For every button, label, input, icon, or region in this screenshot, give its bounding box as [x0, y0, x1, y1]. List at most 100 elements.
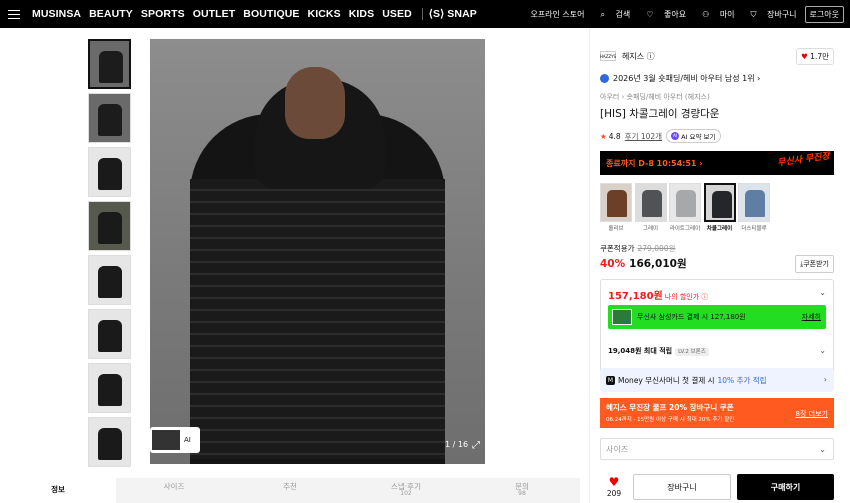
my-price-value: 157,180원 [608, 291, 663, 302]
my-link[interactable]: ⚇ 마이 [694, 9, 734, 20]
tab-count: 98 [518, 490, 526, 498]
level-badge: LV.2 브론즈 [675, 348, 709, 356]
card-image [612, 309, 632, 325]
tab-size[interactable]: 사이즈 [116, 478, 232, 503]
nav-item-used[interactable]: USED [382, 8, 412, 20]
original-price: 279,000원 [637, 244, 676, 253]
timer-text: 종료까지 D-8 10:54:51 › [606, 158, 703, 168]
swatch-jacket [676, 190, 696, 217]
promo-logo: 무신사 무진장 [776, 151, 831, 169]
color-swatch [669, 183, 701, 222]
rating-row: ★ 4.8 후기 102개 AI AI 요약 보기 [600, 129, 721, 143]
breadcrumb[interactable]: 아우터 › 숏패딩/헤비 아우터 (헤지스) [600, 92, 710, 102]
color-label: 더스티블루 [741, 226, 767, 232]
nav-item-outlet[interactable]: OUTLET [193, 8, 236, 20]
points-text: 19,048원 최대 적립 [608, 347, 673, 355]
ai-chip-label: AI [184, 436, 191, 444]
jacket-quilting [190, 179, 445, 459]
offline-store-link[interactable]: 오프라인 스토어 [530, 9, 584, 20]
chevron-down-icon[interactable]: ⌄ [819, 346, 826, 355]
ai-summary-button[interactable]: AI AI 요약 보기 [666, 129, 721, 143]
thumbnail[interactable] [88, 39, 131, 89]
more-coupons-link[interactable]: 8장 더보기 [796, 409, 828, 419]
nav-item-beauty[interactable]: BEAUTY [89, 8, 133, 20]
buy-now-button[interactable]: 구매하기 [737, 474, 834, 500]
color-label: 그레이 [642, 226, 659, 232]
my-price[interactable]: 157,180원 나의 할인가 ⓘ [608, 287, 708, 302]
color-option-dustyblue[interactable]: 더스티블루 [738, 183, 770, 232]
ranking-link[interactable]: 2026년 3월 숏패딩/헤비 아우터 남성 1위 › [600, 73, 760, 84]
main-nav: MUSINSA BEAUTY SPORTS OUTLET BOUTIQUE KI… [32, 8, 485, 20]
tab-inquiry[interactable]: 문의 98 [464, 478, 580, 503]
thumbnail[interactable] [88, 309, 131, 359]
ai-summary-label: AI 요약 보기 [681, 133, 716, 141]
bottom-like-button[interactable]: ♥ 209 [600, 475, 628, 498]
nav-item-kids[interactable]: KIDS [349, 8, 375, 20]
review-link[interactable]: 후기 102개 [625, 131, 662, 142]
price-value: 166,010원 [629, 258, 687, 270]
color-swatch [634, 183, 667, 222]
thumbnail[interactable] [88, 417, 131, 467]
money-highlight: 10% 추가 적립 [717, 375, 767, 385]
brand-name[interactable]: 헤지스 ⓘ [622, 51, 655, 62]
tab-info[interactable]: 정보 [0, 478, 116, 503]
thumbnail[interactable] [88, 255, 131, 305]
thumbnail[interactable] [88, 201, 131, 251]
tab-label: 추천 [283, 482, 297, 491]
chevron-down-icon[interactable]: ⌄ [819, 288, 826, 297]
cart-coupon-banner[interactable]: 헤지스 무진장 쿨프 20% 장바구니 쿠폰 06.24까지 · 15만원 이상… [600, 398, 834, 428]
menu-icon[interactable] [8, 7, 20, 22]
color-label: 올리브 [608, 226, 624, 232]
expand-icon[interactable]: ⤢ [472, 440, 480, 451]
color-option-gray[interactable]: 그레이 [634, 183, 667, 232]
nav-item-sports[interactable]: SPORTS [141, 8, 185, 20]
color-option-charcoal[interactable]: 차콜그레이 [703, 183, 736, 232]
image-counter: 1 / 16 [445, 440, 469, 449]
nav-item-kicks[interactable]: KICKS [308, 8, 341, 20]
card-benefit-row[interactable]: 무신사 삼성카드 결제 시 127,180원 자세히 [608, 305, 826, 329]
size-select[interactable]: 사이즈 ⌄ [600, 438, 834, 460]
swatch-jacket [745, 190, 765, 217]
promo-timer-banner[interactable]: 종료까지 D-8 10:54:51 › 무신사 무진장 [600, 151, 834, 175]
ai-style-chip[interactable]: AI [150, 427, 200, 453]
tab-snap-review[interactable]: 스냅·후기 102 [348, 478, 464, 503]
nav-item-snap[interactable]: ⟨S⟩ SNAP [421, 8, 477, 20]
sale-price: 40% 166,010원 [600, 256, 687, 271]
color-option-lightgray[interactable]: 라이트그레이 [669, 183, 701, 232]
card-benefit-text: 무신사 삼성카드 결제 시 127,180원 [637, 313, 746, 321]
thumbnail-list [88, 39, 132, 471]
nav-item-musinsa[interactable]: MUSINSA [32, 8, 81, 20]
coupon-price-label: 쿠폰적용가 279,000원 [600, 243, 675, 254]
search-icon: ⌕ [600, 9, 605, 19]
add-to-cart-button[interactable]: 장바구니 [633, 474, 731, 500]
like-button[interactable]: ♥ 1.7만 [796, 48, 834, 65]
size-placeholder: 사이즈 [606, 445, 629, 454]
main-product-image[interactable] [150, 39, 485, 464]
musinsa-money-banner[interactable]: M Money 무신사머니 첫 결제 시 10% 추가 적립 › [600, 368, 834, 392]
tab-count: 102 [400, 490, 412, 498]
cart-link[interactable]: ⛉ 장바구니 [743, 9, 797, 20]
search-link[interactable]: ⌕ 검색 [593, 9, 631, 20]
brand-logo[interactable]: HAZZYS [600, 51, 616, 61]
ranking-text: 2026년 3월 숏패딩/헤비 아우터 남성 1위 › [613, 74, 761, 83]
heart-icon: ♥ [801, 52, 808, 61]
thumbnail[interactable] [88, 93, 131, 143]
my-label: 마이 [719, 9, 735, 19]
color-option-olive[interactable]: 올리브 [600, 183, 632, 232]
color-swatch [738, 183, 770, 222]
likes-link[interactable]: ♡ 좋아요 [638, 9, 686, 20]
thumbnail[interactable] [88, 363, 131, 413]
nav-item-boutique[interactable]: BOUTIQUE [243, 8, 299, 20]
color-options: 올리브 그레이 라이트그레이 차콜그레이 더스티블루 [600, 183, 773, 232]
medal-icon [600, 74, 609, 83]
chevron-right-icon: › [823, 375, 827, 384]
swatch-jacket [711, 191, 732, 218]
logout-button[interactable]: 로그아웃 [804, 5, 844, 23]
user-icon: ⚇ [702, 9, 710, 19]
color-label: 라이트그레이 [669, 226, 701, 232]
get-coupon-button[interactable]: ⤓쿠폰받기 [795, 255, 834, 273]
tab-recommend[interactable]: 추천 [232, 478, 348, 503]
thumbnail[interactable] [88, 147, 131, 197]
card-detail-link[interactable]: 자세히 [802, 312, 821, 322]
top-nav-bar: MUSINSA BEAUTY SPORTS OUTLET BOUTIQUE KI… [0, 0, 850, 28]
